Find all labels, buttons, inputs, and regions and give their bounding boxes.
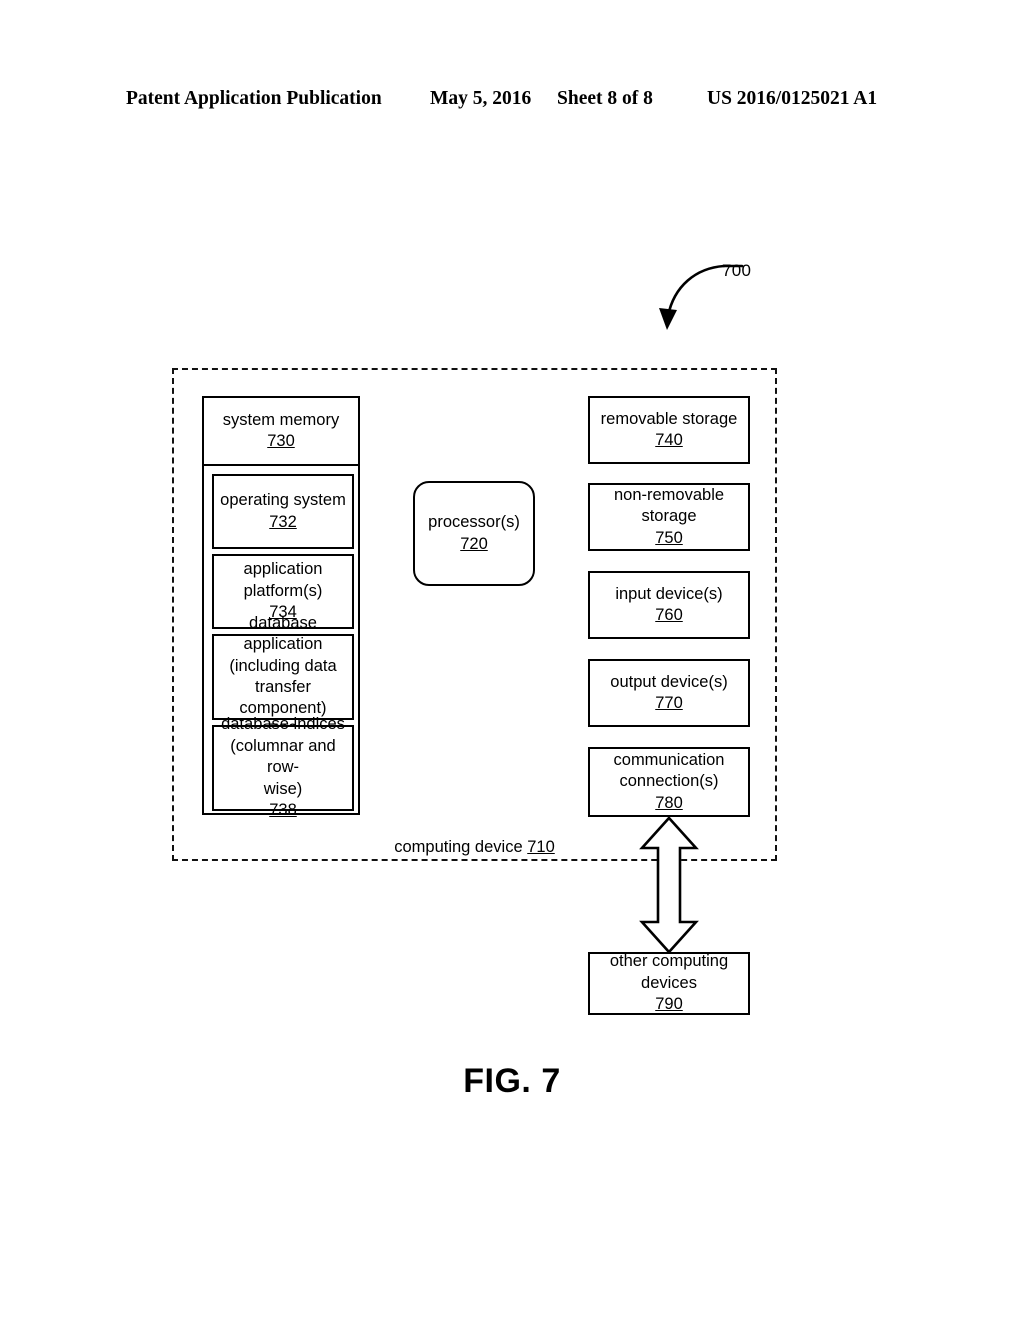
- block-removable-storage-ref: 740: [655, 431, 683, 449]
- block-communication-connections-label: communication connection(s): [613, 750, 725, 791]
- block-input-devices: input device(s) 760: [588, 571, 750, 639]
- block-database-application-label: database application (including data tra…: [229, 613, 337, 718]
- block-removable-storage-label: removable storage: [600, 409, 738, 428]
- block-processor-ref: 720: [460, 534, 488, 553]
- system-memory-header: system memory 730: [204, 398, 358, 466]
- block-other-computing-devices: other computing devices 790: [588, 952, 750, 1015]
- block-processor-label: processor(s): [428, 513, 520, 532]
- system-memory-ref: 730: [267, 432, 295, 450]
- block-communication-connections-ref: 780: [655, 793, 683, 812]
- computing-device-label-text: computing device: [394, 838, 523, 856]
- block-non-removable-storage-label: non-removable storage: [613, 485, 725, 526]
- block-operating-system-label: operating system: [220, 491, 346, 510]
- block-removable-storage: removable storage 740: [588, 396, 750, 464]
- block-database-indices-label: database indices (columnar and row- wise…: [221, 715, 345, 798]
- block-input-devices-label: input device(s): [615, 584, 723, 603]
- system-memory-container: system memory 730 operating system 732 a…: [202, 396, 360, 819]
- block-database-application: database application (including data tra…: [212, 614, 354, 739]
- block-output-devices-ref: 770: [655, 694, 683, 712]
- block-processor: processor(s) 720: [413, 481, 535, 586]
- block-non-removable-storage-ref: 750: [655, 528, 683, 547]
- block-operating-system: operating system 732: [212, 474, 354, 549]
- double-arrow-icon: [638, 816, 700, 954]
- block-output-devices-label: output device(s): [610, 672, 728, 691]
- block-operating-system-ref: 732: [269, 512, 297, 531]
- block-other-computing-devices-ref: 790: [655, 995, 683, 1014]
- block-communication-connections: communication connection(s) 780: [588, 747, 750, 817]
- block-output-devices: output device(s) 770: [588, 659, 750, 727]
- block-non-removable-storage: non-removable storage 750: [588, 483, 750, 551]
- computing-device-label-ref: 710: [527, 838, 555, 856]
- patent-figure: 700 computing device 710 system memory 7…: [0, 0, 1024, 1320]
- system-memory-label: system memory: [222, 410, 340, 429]
- block-application-platforms-label: application platform(s): [243, 560, 323, 600]
- block-input-devices-ref: 760: [655, 606, 683, 624]
- figure-caption: FIG. 7: [463, 1062, 561, 1100]
- callout-label: 700: [722, 261, 752, 280]
- block-database-indices-ref: 738: [269, 801, 297, 820]
- block-database-indices: database indices (columnar and row- wise…: [212, 715, 354, 819]
- block-other-computing-devices-label: other computing devices: [609, 952, 729, 992]
